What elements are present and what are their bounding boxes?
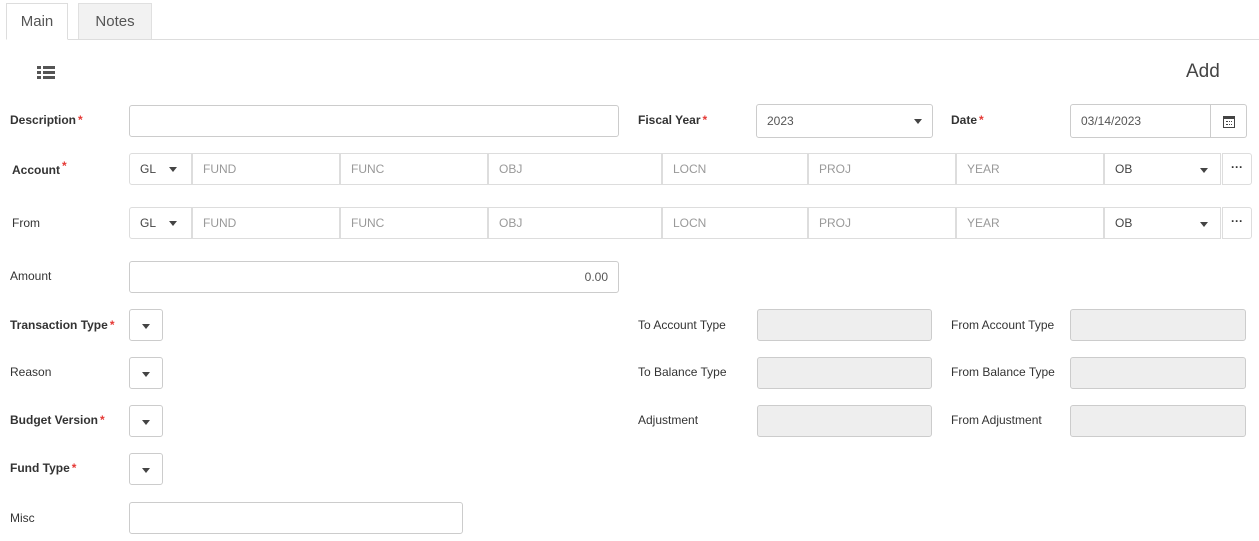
- reason-label: Reason: [10, 365, 52, 379]
- date-picker-button[interactable]: [1211, 104, 1247, 138]
- amount-input[interactable]: [129, 261, 619, 293]
- date-input[interactable]: [1070, 104, 1211, 138]
- budget-version-label: Budget Version *: [10, 413, 105, 427]
- from-label: From: [12, 216, 40, 230]
- caret-down-icon: [142, 372, 150, 377]
- list-view-icon[interactable]: [37, 66, 55, 80]
- from-account-type-field: [1070, 309, 1246, 341]
- fiscal-year-select[interactable]: 2023: [756, 104, 933, 138]
- caret-down-icon: [142, 324, 150, 329]
- account-year-input[interactable]: YEAR: [956, 153, 1104, 185]
- amount-label: Amount: [10, 269, 52, 283]
- budget-version-select[interactable]: [129, 405, 163, 437]
- caret-down-icon: [142, 468, 150, 473]
- misc-label: Misc: [10, 511, 35, 525]
- caret-down-icon: [168, 167, 177, 173]
- from-locn-input[interactable]: LOCN: [662, 207, 808, 239]
- tab-divider: [6, 39, 1259, 40]
- tab-main[interactable]: Main: [6, 3, 68, 40]
- from-lookup-button[interactable]: ···: [1222, 207, 1252, 239]
- from-balance-type-field: [1070, 357, 1246, 389]
- fund-type-select[interactable]: [129, 453, 163, 485]
- from-account-type-label: From Account Type: [951, 318, 1055, 332]
- to-balance-type-label: To Balance Type: [638, 365, 727, 379]
- caret-down-icon: [1200, 222, 1208, 227]
- account-label: Account *: [12, 159, 67, 177]
- adjustment-field: [757, 405, 932, 437]
- from-ledger-select[interactable]: GL: [129, 207, 192, 239]
- from-adjustment-label: From Adjustment: [951, 413, 1042, 427]
- account-func-input[interactable]: FUNC: [340, 153, 488, 185]
- from-func-input[interactable]: FUNC: [340, 207, 488, 239]
- caret-down-icon: [168, 221, 177, 227]
- from-proj-input[interactable]: PROJ: [808, 207, 956, 239]
- fiscal-year-label: Fiscal Year *: [638, 113, 708, 127]
- tab-notes[interactable]: Notes: [78, 3, 152, 39]
- transaction-type-label: Transaction Type *: [10, 318, 115, 332]
- tab-bar: Main Notes: [0, 0, 1259, 40]
- reason-select[interactable]: [129, 357, 163, 389]
- adjustment-label: Adjustment: [638, 413, 699, 427]
- ellipsis-icon: ···: [1231, 160, 1243, 174]
- from-balance-type-label: From Balance Type: [951, 365, 1055, 379]
- account-locn-input[interactable]: LOCN: [662, 153, 808, 185]
- account-ledger-select[interactable]: GL: [129, 153, 192, 185]
- account-balance-select[interactable]: OB: [1104, 153, 1221, 185]
- account-proj-input[interactable]: PROJ: [808, 153, 956, 185]
- account-fund-input[interactable]: FUND: [192, 153, 340, 185]
- description-input[interactable]: [129, 105, 619, 137]
- from-fund-input[interactable]: FUND: [192, 207, 340, 239]
- misc-input[interactable]: [129, 502, 463, 534]
- calendar-icon: [1223, 116, 1235, 128]
- transaction-type-select[interactable]: [129, 309, 163, 341]
- from-balance-select[interactable]: OB: [1104, 207, 1221, 239]
- fund-type-label: Fund Type *: [10, 461, 77, 475]
- from-adjustment-field: [1070, 405, 1246, 437]
- from-obj-input[interactable]: OBJ: [488, 207, 662, 239]
- to-balance-type-field: [757, 357, 932, 389]
- account-lookup-button[interactable]: ···: [1222, 153, 1252, 185]
- ellipsis-icon: ···: [1231, 214, 1243, 228]
- caret-down-icon: [914, 119, 922, 124]
- from-year-input[interactable]: YEAR: [956, 207, 1104, 239]
- to-account-type-field: [757, 309, 932, 341]
- caret-down-icon: [1200, 168, 1208, 173]
- description-label: Description *: [10, 113, 83, 127]
- to-account-type-label: To Account Type: [638, 318, 726, 332]
- form-mode-title: Add: [1186, 61, 1220, 82]
- account-obj-input[interactable]: OBJ: [488, 153, 662, 185]
- fiscal-year-value: 2023: [767, 114, 794, 128]
- caret-down-icon: [142, 420, 150, 425]
- date-label: Date *: [951, 113, 984, 127]
